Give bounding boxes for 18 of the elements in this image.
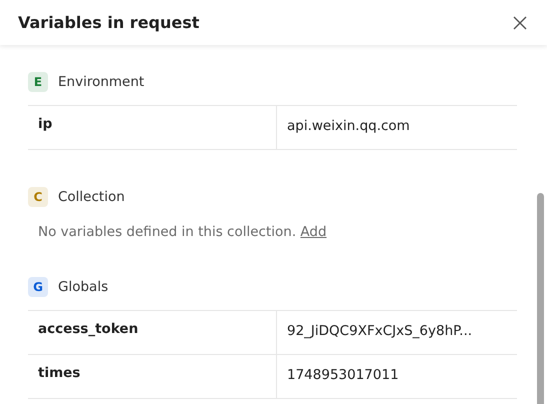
variable-name: access_token (28, 311, 277, 354)
variable-value: 1748953017011 (286, 366, 400, 385)
section-title: Environment (58, 74, 144, 90)
scrollbar-thumb[interactable] (536, 193, 544, 404)
section-title: Globals (58, 279, 108, 295)
section-title: Collection (58, 189, 125, 205)
variable-value: api.weixin.qq.com (286, 117, 411, 136)
variable-value: 92_JiDQC9XFxCJxS_6y8hP... (286, 322, 474, 341)
add-link[interactable]: Add (300, 224, 327, 240)
close-button[interactable] (511, 14, 529, 32)
section-badge: C (28, 187, 48, 207)
dialog-title: Variables in request (18, 13, 200, 32)
close-icon (511, 14, 529, 32)
variable-name: ip (28, 106, 277, 149)
section-badge: G (28, 277, 48, 297)
section-badge: E (28, 72, 48, 92)
empty-message: No variables defined in this collection. Add (38, 224, 328, 240)
variable-name: times (28, 355, 277, 398)
